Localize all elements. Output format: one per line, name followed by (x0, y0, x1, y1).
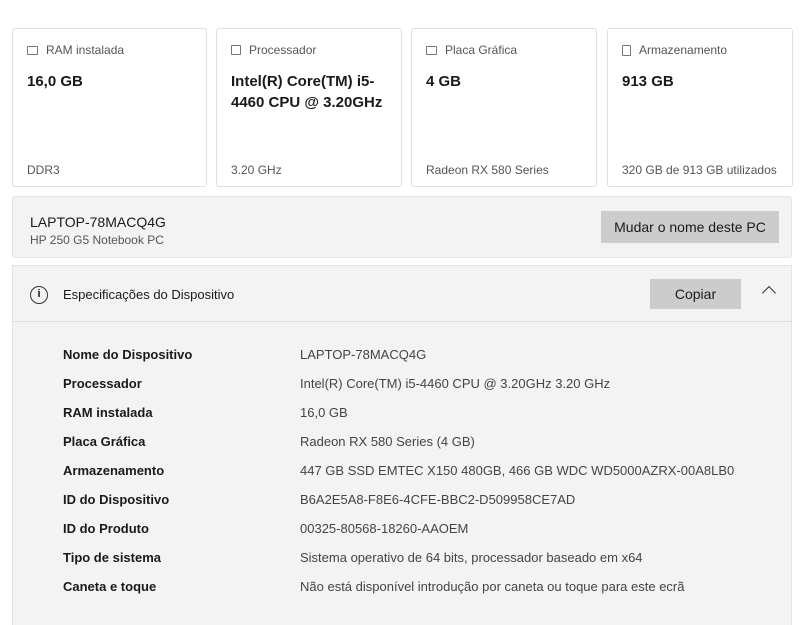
info-icon: i (30, 286, 48, 304)
spec-value: Não está disponível introdução por canet… (300, 579, 685, 594)
spec-value: LAPTOP-78MACQ4G (300, 347, 427, 362)
spec-row: Processador Intel(R) Core(TM) i5-4460 CPU… (63, 376, 610, 391)
spec-value: Radeon RX 580 Series (4 GB) (300, 434, 475, 449)
spec-value: Sistema operativo de 64 bits, processado… (300, 550, 643, 565)
spec-label: ID do Produto (63, 521, 149, 536)
spec-value: Intel(R) Core(TM) i5-4460 CPU @ 3.20GHz … (300, 376, 611, 391)
spec-label: ID do Dispositivo (63, 492, 170, 507)
gpu-icon (426, 45, 437, 55)
card-gpu: Placa Gráfica 4 GB Radeon RX 580 Series (411, 28, 597, 187)
copy-button[interactable]: Copiar (650, 279, 741, 309)
ram-icon (27, 45, 38, 55)
specs-header[interactable]: i Especificações do Dispositivo Copiar (12, 265, 792, 322)
device-name: LAPTOP-78MACQ4G (30, 214, 166, 230)
rename-pc-button[interactable]: Mudar o nome deste PC (601, 211, 779, 243)
card-storage: Armazenamento 913 GB 320 GB de 913 GB ut… (607, 28, 793, 187)
spec-row: Armazenamento 447 GB SSD EMTEC X150 480GB… (63, 463, 734, 478)
spec-label: Processador (63, 376, 142, 391)
device-model: HP 250 G5 Notebook PC (30, 233, 164, 247)
spec-label: RAM instalada (63, 405, 153, 420)
card-processor: Processador Intel(R) Core(TM) i5-4460 CP… (216, 28, 402, 187)
cpu-icon (231, 45, 241, 55)
specs-title: Especificações do Dispositivo (63, 287, 235, 302)
device-bar: LAPTOP-78MACQ4G HP 250 G5 Notebook PC Mu… (12, 196, 792, 258)
spec-value: 447 GB SSD EMTEC X150 480GB, 466 GB WDC … (300, 463, 735, 478)
spec-row: ID do Dispositivo B6A2E5A8-F8E6-4CFE-BBC2… (63, 492, 575, 507)
spec-row: Caneta e toque Não está disponível introd… (63, 579, 684, 594)
specs-body: Nome do Dispositivo LAPTOP-78MACQ4G Proces… (12, 322, 792, 625)
spec-row: Placa Gráfica Radeon RX 580 Series (4 GB) (63, 434, 475, 449)
spec-label: Armazenamento (63, 463, 165, 478)
spec-row: RAM instalada 16,0 GB (63, 405, 348, 420)
spec-value: 16,0 GB (300, 405, 348, 420)
card-ram: RAM instalada 16,0 GB DDR3 (12, 28, 207, 187)
spec-label: Tipo de sistema (63, 550, 162, 565)
chevron-up-icon[interactable] (761, 285, 777, 301)
spec-value: 00325-80568-18260-AAOEM (300, 521, 469, 536)
spec-value: B6A2E5A8-F8E6-4CFE-BBC2-D509958CE7AD (300, 492, 576, 507)
spec-row: ID do Produto 00325-80568-18260-AAOEM (63, 521, 468, 536)
storage-icon (622, 44, 631, 56)
spec-label: Nome do Dispositivo (63, 347, 193, 362)
spec-label: Placa Gráfica (63, 434, 146, 449)
spec-row: Tipo de sistema Sistema operativo de 64 b… (63, 550, 643, 565)
spec-row: Nome do Dispositivo LAPTOP-78MACQ4G (63, 347, 426, 362)
spec-label: Caneta e toque (63, 579, 157, 594)
